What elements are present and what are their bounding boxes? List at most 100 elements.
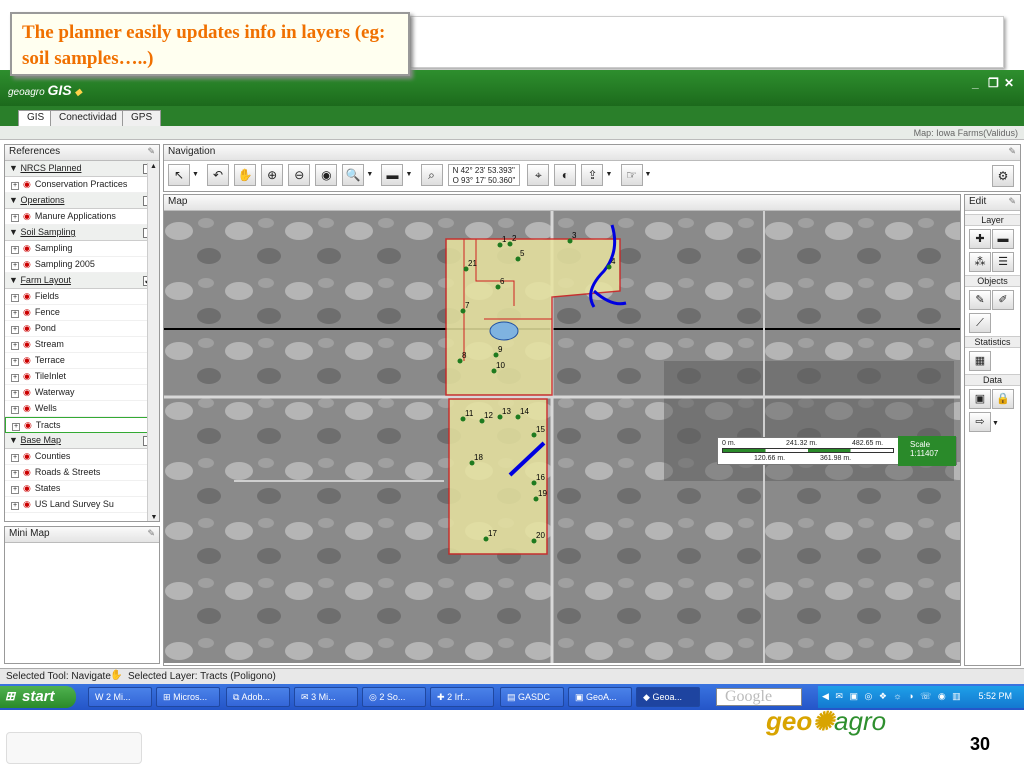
layer-item[interactable]: + ◉ Waterway: [5, 385, 159, 401]
tract-polygon-south[interactable]: [448, 398, 548, 555]
expand-plus-icon[interactable]: +: [11, 358, 19, 366]
layer-item[interactable]: + ◉ Pond: [5, 321, 159, 337]
expand-arrow-icon[interactable]: ▼: [9, 163, 18, 173]
google-search-box[interactable]: Google: [716, 688, 802, 706]
layer-item[interactable]: + ◉ Fence: [5, 305, 159, 321]
taskbar-window-button[interactable]: ▣ GeoA...: [568, 687, 632, 707]
layer-group[interactable]: ▼ Soil Sampling: [5, 225, 159, 241]
select-features-button[interactable]: ⌖: [527, 164, 550, 186]
tree-scrollbar[interactable]: ▲ ▼: [147, 163, 159, 521]
expand-plus-icon[interactable]: +: [11, 342, 19, 350]
remove-layer-button[interactable]: ▬: [992, 229, 1014, 249]
settings-gear-icon[interactable]: ⚙: [992, 165, 1014, 187]
scroll-down-icon[interactable]: ▼: [148, 514, 160, 521]
expand-plus-icon[interactable]: +: [11, 502, 19, 510]
layer-item[interactable]: + ◉ US Land Survey Su: [5, 497, 159, 513]
visibility-eye-icon[interactable]: ◉: [23, 499, 31, 509]
expand-plus-icon[interactable]: +: [11, 470, 19, 478]
chevron-down-icon[interactable]: ▼: [366, 164, 374, 186]
layer-item[interactable]: + ◉ Wells: [5, 401, 159, 417]
taskbar-window-button[interactable]: ⊞ Micros...: [156, 687, 220, 707]
zoom-in-button[interactable]: ⊕: [261, 164, 284, 186]
visibility-eye-icon[interactable]: ◉: [23, 451, 31, 461]
chevron-down-icon[interactable]: ▼: [605, 164, 613, 186]
visibility-eye-icon[interactable]: ◉: [23, 259, 31, 269]
expand-plus-icon[interactable]: +: [12, 423, 20, 431]
layer-group[interactable]: ▼ Base Map: [5, 433, 159, 449]
import-data-button[interactable]: ⇨: [969, 412, 991, 432]
expand-arrow-icon[interactable]: ▼: [9, 195, 18, 205]
visibility-eye-icon[interactable]: ◉: [23, 307, 31, 317]
undo-button[interactable]: ↶: [207, 164, 230, 186]
pointer-tool-button[interactable]: ☞: [620, 164, 643, 186]
layer-item[interactable]: + ◉ Counties: [5, 449, 159, 465]
layer-style-button[interactable]: ◐: [554, 164, 577, 186]
layer-item[interactable]: + ◉ Sampling 2005: [5, 257, 159, 273]
identify-button[interactable]: 🔍: [342, 164, 365, 186]
layer-item[interactable]: + ◉ Sampling: [5, 241, 159, 257]
start-button[interactable]: ⊞ start: [0, 686, 76, 708]
expand-plus-icon[interactable]: +: [11, 454, 19, 462]
visibility-eye-icon[interactable]: ◉: [23, 355, 31, 365]
full-extent-button[interactable]: ◉: [315, 164, 338, 186]
zoom-out-button[interactable]: ⊖: [288, 164, 311, 186]
taskbar-window-button[interactable]: ⧉ Adob...: [226, 687, 290, 707]
maximize-button[interactable]: ❐: [988, 76, 999, 90]
visibility-eye-icon[interactable]: ◉: [23, 243, 31, 253]
select-arrow-button[interactable]: ↖: [168, 164, 190, 186]
pin-icon[interactable]: ✎: [147, 146, 155, 157]
visibility-eye-icon[interactable]: ◉: [23, 403, 31, 413]
pin-icon[interactable]: ✎: [147, 528, 155, 539]
visibility-eye-icon[interactable]: ◉: [23, 179, 31, 189]
expand-plus-icon[interactable]: +: [11, 246, 19, 254]
save-data-button[interactable]: ▣: [969, 389, 991, 409]
layer-item[interactable]: + ◉ Fields: [5, 289, 159, 305]
expand-plus-icon[interactable]: +: [11, 294, 19, 302]
expand-plus-icon[interactable]: +: [11, 310, 19, 318]
layer-item[interactable]: + ◉ Conservation Practices: [5, 177, 159, 193]
taskbar-window-button[interactable]: ◆ Geoa...: [636, 687, 700, 707]
visibility-eye-icon[interactable]: ◉: [23, 291, 31, 301]
chevron-down-icon[interactable]: ▼: [192, 164, 200, 186]
expand-plus-icon[interactable]: +: [11, 374, 19, 382]
export-button[interactable]: ⇪: [581, 164, 604, 186]
layer-group[interactable]: ▼ NRCS Planned: [5, 161, 159, 177]
layer-item[interactable]: + ◉ States: [5, 481, 159, 497]
layer-group[interactable]: ▼ Operations: [5, 193, 159, 209]
visibility-eye-icon[interactable]: ◉: [23, 211, 31, 221]
lock-data-button[interactable]: 🔒: [992, 389, 1014, 409]
layer-props-button[interactable]: ☰: [992, 252, 1014, 272]
layer-item[interactable]: + ◉ Tracts: [5, 417, 159, 433]
minimize-button[interactable]: _: [972, 76, 979, 90]
pin-icon[interactable]: ✎: [1008, 146, 1016, 157]
expand-plus-icon[interactable]: +: [11, 390, 19, 398]
taskbar-window-button[interactable]: W 2 Mi...: [88, 687, 152, 707]
statistics-button[interactable]: ▦: [969, 351, 991, 371]
taskbar-window-button[interactable]: ✚ 2 Irf...: [430, 687, 494, 707]
pin-icon[interactable]: ✎: [1008, 196, 1016, 207]
pond-shape[interactable]: [489, 321, 519, 341]
expand-plus-icon[interactable]: +: [11, 326, 19, 334]
visibility-eye-icon[interactable]: ◉: [24, 420, 32, 430]
add-layer-button[interactable]: ✚: [969, 229, 991, 249]
scroll-up-icon[interactable]: ▲: [148, 163, 159, 170]
chevron-down-icon[interactable]: ▼: [645, 164, 653, 186]
layer-item[interactable]: + ◉ Manure Applications: [5, 209, 159, 225]
visibility-eye-icon[interactable]: ◉: [23, 387, 31, 397]
expand-plus-icon[interactable]: +: [11, 262, 19, 270]
xy-object-button[interactable]: ⟋: [969, 313, 991, 333]
expand-arrow-icon[interactable]: ▼: [9, 227, 18, 237]
taskbar-window-button[interactable]: ◎ 2 So...: [362, 687, 426, 707]
visibility-eye-icon[interactable]: ◉: [23, 467, 31, 477]
visibility-eye-icon[interactable]: ◉: [23, 339, 31, 349]
tray-icons[interactable]: ◀ ✉ ▣ ◎ ❖ ☼ ◑ ☏ ◉ ▥: [822, 691, 963, 702]
taskbar-window-button[interactable]: ▤ GASDC: [500, 687, 564, 707]
measure-button[interactable]: ▬: [381, 164, 404, 186]
taskbar-window-button[interactable]: ✉ 3 Mi...: [294, 687, 358, 707]
expand-plus-icon[interactable]: +: [11, 486, 19, 494]
find-button[interactable]: ⌕: [420, 164, 443, 186]
expand-arrow-icon[interactable]: ▼: [9, 435, 18, 445]
expand-plus-icon[interactable]: +: [11, 214, 19, 222]
draw-object-button[interactable]: ✎: [969, 290, 991, 310]
visibility-eye-icon[interactable]: ◉: [23, 323, 31, 333]
